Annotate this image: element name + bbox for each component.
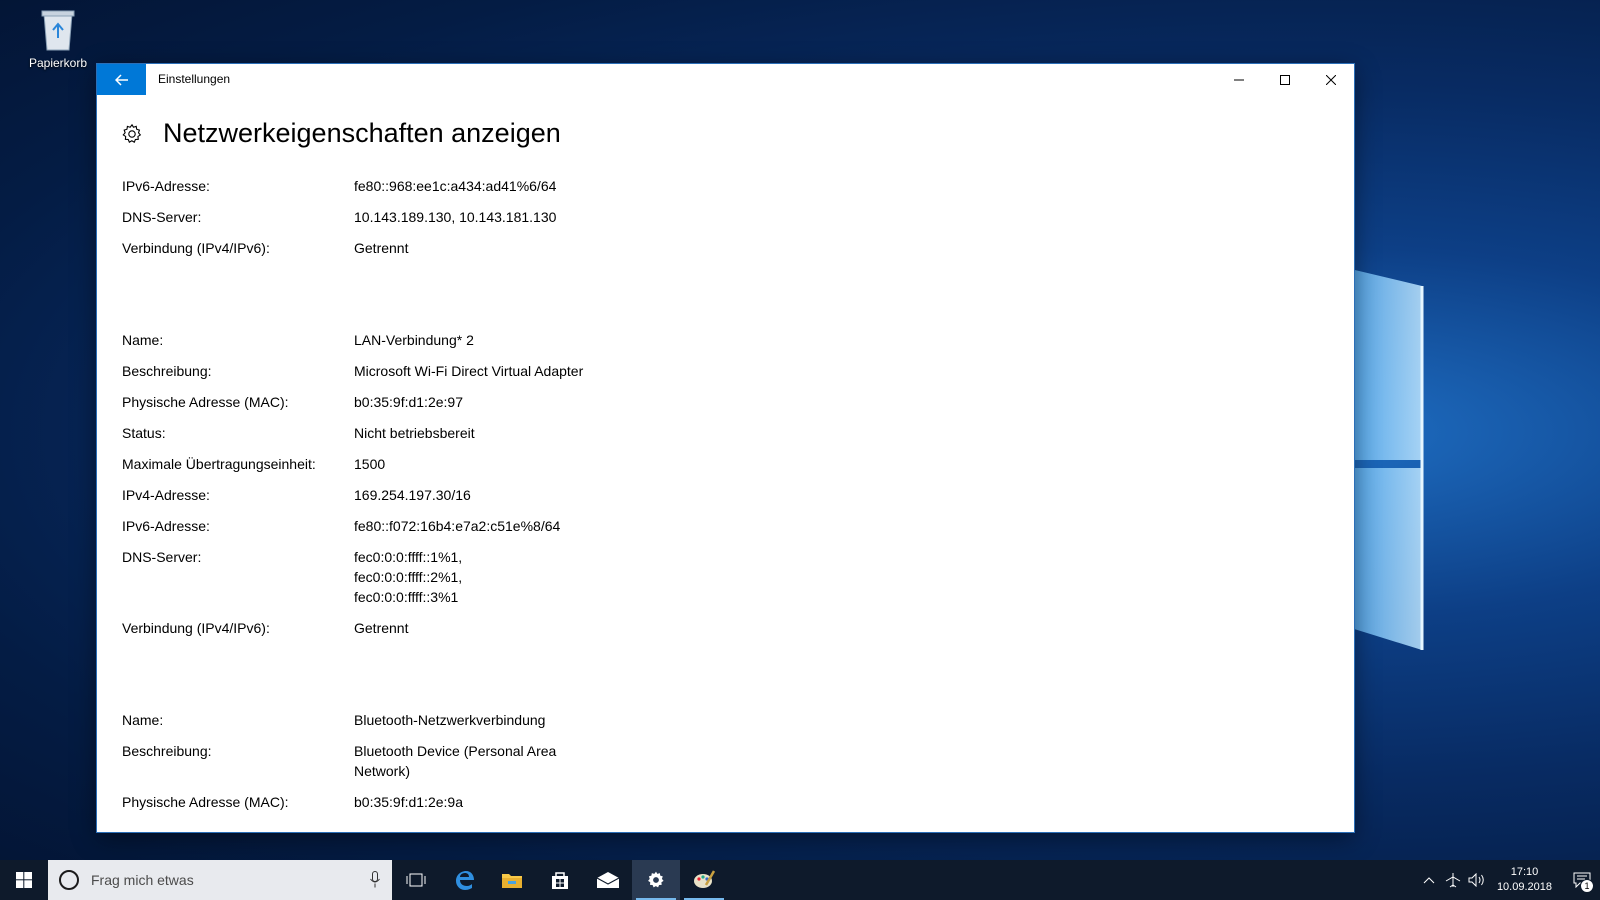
action-center-button[interactable]: 1 <box>1564 860 1600 900</box>
property-value: 1500 <box>354 456 386 472</box>
volume-icon[interactable] <box>1465 860 1489 900</box>
title-bar: Einstellungen <box>97 64 1354 95</box>
clock-time: 17:10 <box>1510 866 1539 878</box>
property-value: 169.254.197.30/16 <box>354 487 471 503</box>
property-label: IPv4-Adresse: <box>122 487 210 503</box>
back-arrow-icon <box>114 73 128 86</box>
airplane-mode-icon[interactable] <box>1441 860 1465 900</box>
property-value: fe80::968:ee1c:a434:ad41%6/64 <box>354 178 557 194</box>
back-button[interactable] <box>97 64 146 95</box>
close-button[interactable] <box>1308 64 1354 95</box>
property-label: Status: <box>122 425 166 441</box>
property-label: Name: <box>122 332 164 348</box>
property-row: DNS-Server: fec0:0:0:ffff::1%1, fec0:0:0:… <box>122 547 682 607</box>
property-label: Beschreibung: <box>122 363 212 379</box>
network-properties: IPv6-Adresse: fe80::968:ee1c:a434:ad41%6/… <box>122 176 682 823</box>
property-value: Getrennt <box>354 620 409 636</box>
page-header: Netzwerkeigenschaften anzeigen <box>121 118 561 149</box>
property-row: Name: LAN-Verbindung* 2 <box>122 330 682 350</box>
task-view-icon <box>406 873 426 887</box>
property-row: DNS-Server: 10.143.189.130, 10.143.181.13… <box>122 207 682 227</box>
property-label: Verbindung (IPv4/IPv6): <box>122 240 270 256</box>
property-row: Beschreibung: Microsoft Wi-Fi Direct Virt… <box>122 361 682 381</box>
window-title: Einstellungen <box>158 72 231 86</box>
property-value: Nicht betriebsbereit <box>354 425 475 441</box>
cortana-icon <box>59 870 79 890</box>
property-row: Verbindung (IPv4/IPv6): Getrennt <box>122 618 682 638</box>
microphone-icon[interactable] <box>370 871 380 888</box>
property-label: DNS-Server: <box>122 549 202 565</box>
property-label: Beschreibung: <box>122 743 212 759</box>
mail-button[interactable] <box>584 860 632 900</box>
windows-logo-wallpaper <box>1338 266 1424 650</box>
maximize-icon <box>1280 74 1290 85</box>
property-label: Verbindung (IPv4/IPv6): <box>122 620 270 636</box>
show-hidden-icons-chevron-up-icon[interactable] <box>1417 860 1441 900</box>
property-row: IPv4-Adresse: 169.254.197.30/16 <box>122 485 682 505</box>
maximize-button[interactable] <box>1262 64 1308 95</box>
property-value: fe80::f072:16b4:e7a2:c51e%8/64 <box>354 518 561 534</box>
file-explorer-button[interactable] <box>488 860 536 900</box>
property-value: LAN-Verbindung* 2 <box>354 332 474 348</box>
task-view-button[interactable] <box>392 860 440 900</box>
property-value: Microsoft Wi-Fi Direct Virtual Adapter <box>354 363 584 379</box>
property-row: Physische Adresse (MAC): b0:35:9f:d1:2e:9… <box>122 392 682 412</box>
settings-window: Einstellungen Netzwerkeigenschaften anze… <box>97 64 1354 832</box>
mail-icon <box>596 872 620 888</box>
settings-icon <box>648 871 664 888</box>
edge-icon <box>456 871 474 890</box>
search-placeholder: Frag mich etwas <box>91 872 194 888</box>
recycle-bin-icon <box>41 10 75 51</box>
page-title: Netzwerkeigenschaften anzeigen <box>163 118 561 148</box>
cortana-search-box[interactable]: Frag mich etwas <box>48 860 392 900</box>
property-row: Physische Adresse (MAC): b0:35:9f:d1:2e:9… <box>122 792 682 812</box>
property-value: Getrennt <box>354 240 409 256</box>
recycle-bin[interactable]: Papierkorb <box>22 8 94 70</box>
paint-icon <box>694 870 716 888</box>
clock[interactable]: 17:10 10.09.2018 <box>1497 865 1552 895</box>
settings-button[interactable] <box>632 860 680 900</box>
taskbar: Frag mich etwas 17:10 10.09.2018 1 <box>0 860 1600 900</box>
property-value: Bluetooth-Netzwerkverbindung <box>354 712 546 728</box>
system-tray: 17:10 10.09.2018 1 <box>1417 860 1600 900</box>
gear-icon <box>122 123 142 143</box>
property-row: IPv6-Adresse: fe80::f072:16b4:e7a2:c51e%8… <box>122 516 682 536</box>
property-value: fec0:0:0:ffff::1%1, fec0:0:0:ffff::2%1, … <box>354 549 463 605</box>
property-label: IPv6-Adresse: <box>122 178 210 194</box>
close-icon <box>1326 74 1336 85</box>
property-label: Physische Adresse (MAC): <box>122 394 289 410</box>
property-value: 10.143.189.130, 10.143.181.130 <box>354 209 557 225</box>
property-value: b0:35:9f:d1:2e:9a <box>354 794 463 810</box>
property-row: Beschreibung: Bluetooth Device (Personal … <box>122 741 682 781</box>
property-row: Verbindung (IPv4/IPv6): Getrennt <box>122 238 682 258</box>
property-value: Bluetooth Device (Personal Area Network) <box>354 743 557 779</box>
paint-button[interactable] <box>680 860 728 900</box>
notification-count-badge: 1 <box>1580 879 1594 893</box>
edge-button[interactable] <box>440 860 488 900</box>
property-row: Status: Nicht betriebsbereit <box>122 423 682 443</box>
store-button[interactable] <box>536 860 584 900</box>
property-label: Maximale Übertragungseinheit: <box>122 456 316 472</box>
property-value: b0:35:9f:d1:2e:97 <box>354 394 463 410</box>
clock-date: 10.09.2018 <box>1496 881 1552 893</box>
property-label: DNS-Server: <box>122 209 202 225</box>
file-explorer-icon <box>502 874 522 888</box>
property-label: Physische Adresse (MAC): <box>122 794 289 810</box>
property-label: IPv6-Adresse: <box>122 518 210 534</box>
store-icon <box>552 872 568 889</box>
windows-start-icon <box>16 872 32 888</box>
property-row: IPv6-Adresse: fe80::968:ee1c:a434:ad41%6/… <box>122 176 682 196</box>
recycle-bin-label: Papierkorb <box>28 56 88 70</box>
minimize-icon <box>1234 79 1244 80</box>
property-label: Name: <box>122 712 164 728</box>
property-row: Maximale Übertragungseinheit: 1500 <box>122 454 682 474</box>
start-button[interactable] <box>0 860 48 900</box>
property-row: Name: Bluetooth-Netzwerkverbindung <box>122 710 682 730</box>
minimize-button[interactable] <box>1216 64 1262 95</box>
